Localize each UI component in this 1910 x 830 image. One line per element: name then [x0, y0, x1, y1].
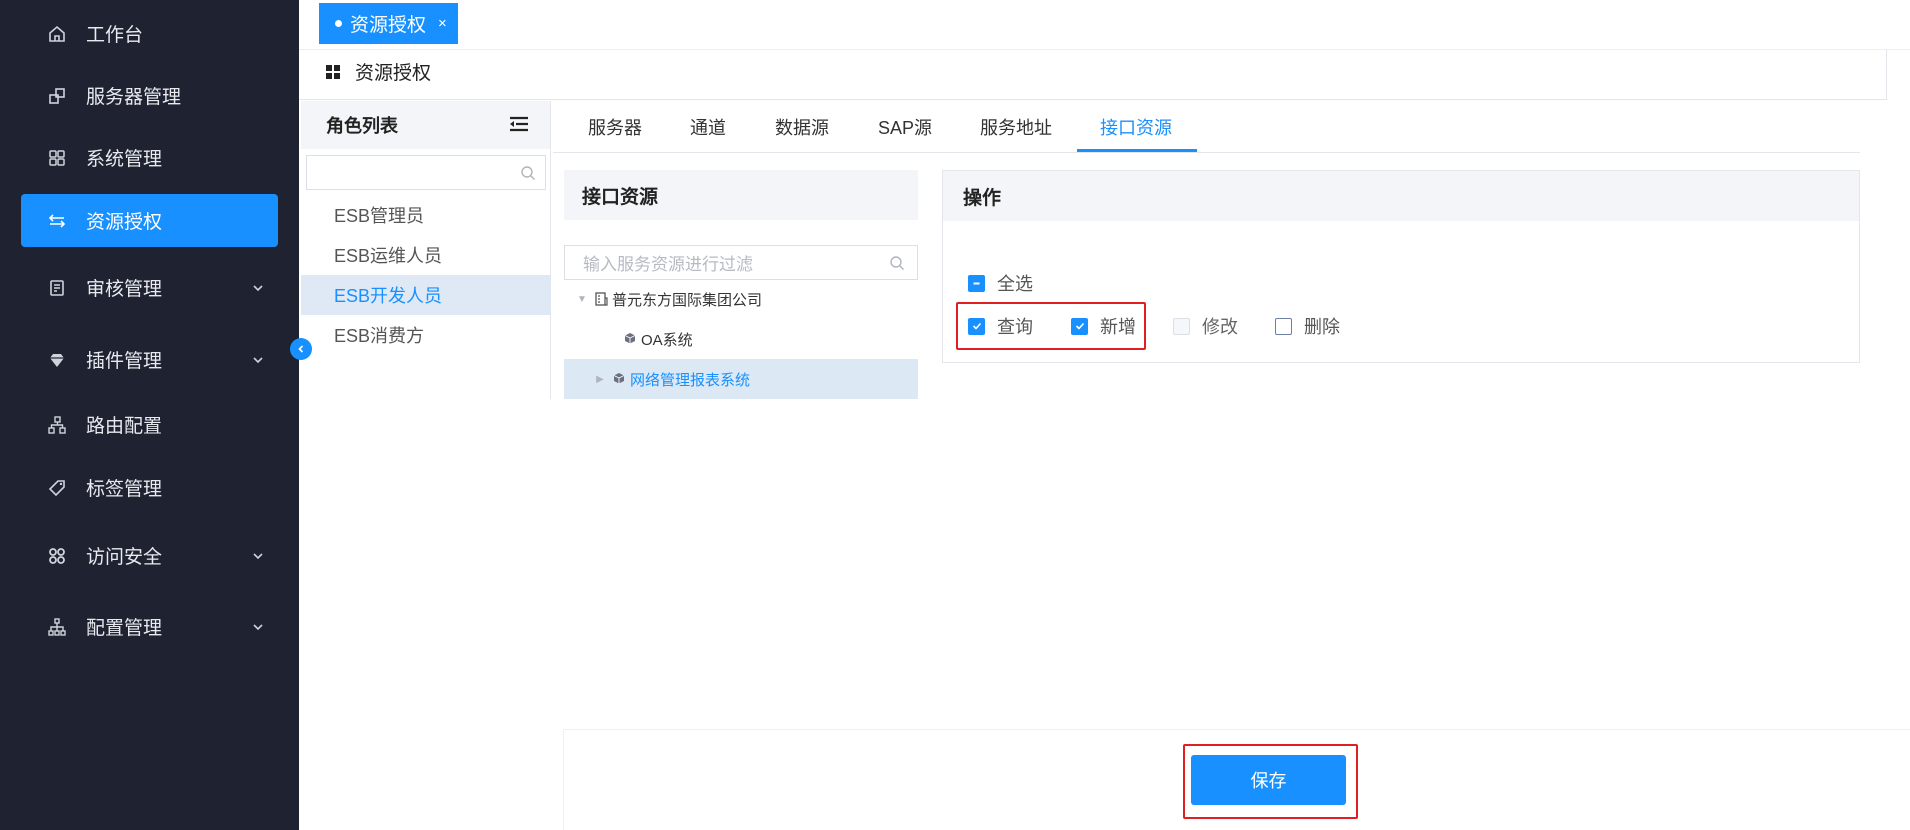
role-item-selected[interactable]: ESB开发人员	[301, 275, 551, 315]
app-root: 工作台 服务器管理 系统管理 资源授权 审核管理 插件管理 路由配置 标签管理 …	[0, 0, 1910, 830]
checkbox-label: 修改	[1202, 317, 1238, 337]
tree-node-oa[interactable]: OA系统	[564, 319, 918, 359]
sidebar-item-label: 标签管理	[86, 479, 163, 500]
resource-filter-placeholder: 输入服务资源进行过滤	[583, 255, 753, 274]
checkbox-label: 删除	[1304, 317, 1340, 337]
close-icon[interactable]: ×	[438, 15, 447, 32]
swap-icon	[46, 210, 68, 232]
sidebar-item-label: 资源授权	[86, 212, 163, 233]
divider	[299, 49, 1910, 50]
role-item[interactable]: ESB消费方	[301, 315, 551, 355]
cubes-icon	[623, 332, 637, 346]
tab-tag-resource-auth[interactable]: 资源授权 ×	[319, 3, 458, 44]
role-list-title: 角色列表	[326, 116, 398, 136]
select-all-checkbox[interactable]: 全选	[968, 270, 1033, 296]
sidebar-item-tag[interactable]: 标签管理	[21, 461, 278, 514]
chevron-down-icon	[250, 619, 266, 635]
role-item[interactable]: ESB管理员	[301, 195, 551, 235]
sidebar-item-label: 配置管理	[86, 618, 163, 639]
search-icon	[520, 165, 536, 181]
sidebar-item-config[interactable]: 配置管理	[21, 600, 278, 653]
tree-node-label: OA系统	[641, 331, 693, 349]
sidebar-item-workbench[interactable]: 工作台	[21, 7, 278, 60]
operation-header: 操作	[943, 171, 1859, 221]
sidebar-item-resource-auth[interactable]: 资源授权	[21, 194, 278, 247]
tab-channel[interactable]: 通道	[690, 101, 726, 153]
divider	[299, 99, 1887, 100]
config-icon	[46, 616, 68, 638]
home-icon	[46, 23, 68, 45]
tab-interface-resource[interactable]: 接口资源	[1100, 101, 1172, 153]
modify-checkbox: 修改	[1173, 313, 1238, 339]
chevron-down-icon	[250, 352, 266, 368]
role-search-input[interactable]	[306, 155, 546, 190]
sidebar-item-system[interactable]: 系统管理	[21, 131, 278, 184]
caret-right-icon[interactable]: ▶	[594, 374, 606, 385]
sidebar-item-label: 访问安全	[86, 547, 163, 568]
gem-icon	[46, 349, 68, 371]
sidebar-item-label: 服务器管理	[86, 87, 182, 108]
tree-node-network-report[interactable]: ▶ 网络管理报表系统	[564, 359, 918, 399]
tab-datasource[interactable]: 数据源	[775, 101, 829, 153]
tree-node-company[interactable]: ▼ 普元东方国际集团公司	[564, 279, 918, 319]
sidebar-item-route[interactable]: 路由配置	[21, 398, 278, 451]
sidebar-item-label: 路由配置	[86, 416, 163, 437]
security-icon	[46, 545, 68, 567]
highlight-box	[956, 302, 1146, 350]
sidebar: 工作台 服务器管理 系统管理 资源授权 审核管理 插件管理 路由配置 标签管理 …	[0, 0, 299, 830]
tree-node-label: 普元东方国际集团公司	[612, 291, 763, 309]
tab-sap-source[interactable]: SAP源	[878, 101, 932, 153]
sidebar-item-label: 系统管理	[86, 149, 163, 170]
sidebar-item-plugin[interactable]: 插件管理	[21, 333, 278, 386]
tag-icon	[46, 477, 68, 499]
sidebar-item-label: 审核管理	[86, 279, 163, 300]
role-list-header: 角色列表	[301, 101, 550, 149]
route-icon	[46, 414, 68, 436]
divider	[1886, 50, 1887, 100]
cubes-icon	[612, 372, 626, 386]
active-tab-indicator	[1077, 149, 1197, 152]
tree-node-label: 网络管理报表系统	[630, 371, 751, 389]
delete-checkbox[interactable]: 删除	[1275, 313, 1340, 339]
sidebar-item-label: 工作台	[86, 25, 144, 46]
sidebar-item-server[interactable]: 服务器管理	[21, 69, 278, 122]
sidebar-item-label: 插件管理	[86, 351, 163, 372]
tab-service-address[interactable]: 服务地址	[980, 101, 1052, 153]
search-icon	[889, 255, 905, 271]
server-icon	[46, 85, 68, 107]
checkbox-box	[1275, 317, 1292, 335]
tab-tag-label: 资源授权	[350, 15, 427, 36]
building-icon	[594, 292, 608, 306]
resource-filter-input[interactable]: 输入服务资源进行过滤	[564, 245, 918, 280]
sidebar-item-access-security[interactable]: 访问安全	[21, 529, 278, 582]
grid-icon	[325, 64, 341, 80]
menu-fold-icon[interactable]	[508, 115, 530, 133]
indeterminate-icon	[968, 274, 985, 292]
caret-down-icon[interactable]: ▼	[576, 294, 588, 305]
resource-tabs: 服务器 通道 数据源 SAP源 服务地址 接口资源	[553, 101, 1860, 153]
role-list-panel: 角色列表 ESB管理员 ESB运维人员 ESB开发人员 ESB消费方	[301, 101, 551, 399]
active-dot-icon	[335, 20, 342, 27]
apps-icon	[46, 147, 68, 169]
checkbox-label: 全选	[997, 274, 1033, 294]
page-title-text: 资源授权	[355, 63, 432, 84]
sidebar-item-audit[interactable]: 审核管理	[21, 261, 278, 314]
highlight-box	[1183, 744, 1358, 819]
chevron-down-icon	[250, 280, 266, 296]
tab-server[interactable]: 服务器	[588, 101, 642, 153]
role-item[interactable]: ESB运维人员	[301, 235, 551, 275]
audit-icon	[46, 277, 68, 299]
page-title: 资源授权	[325, 58, 431, 85]
chevron-down-icon	[250, 548, 266, 564]
checkbox-box	[1173, 317, 1190, 335]
interface-resource-header: 接口资源	[564, 170, 918, 220]
